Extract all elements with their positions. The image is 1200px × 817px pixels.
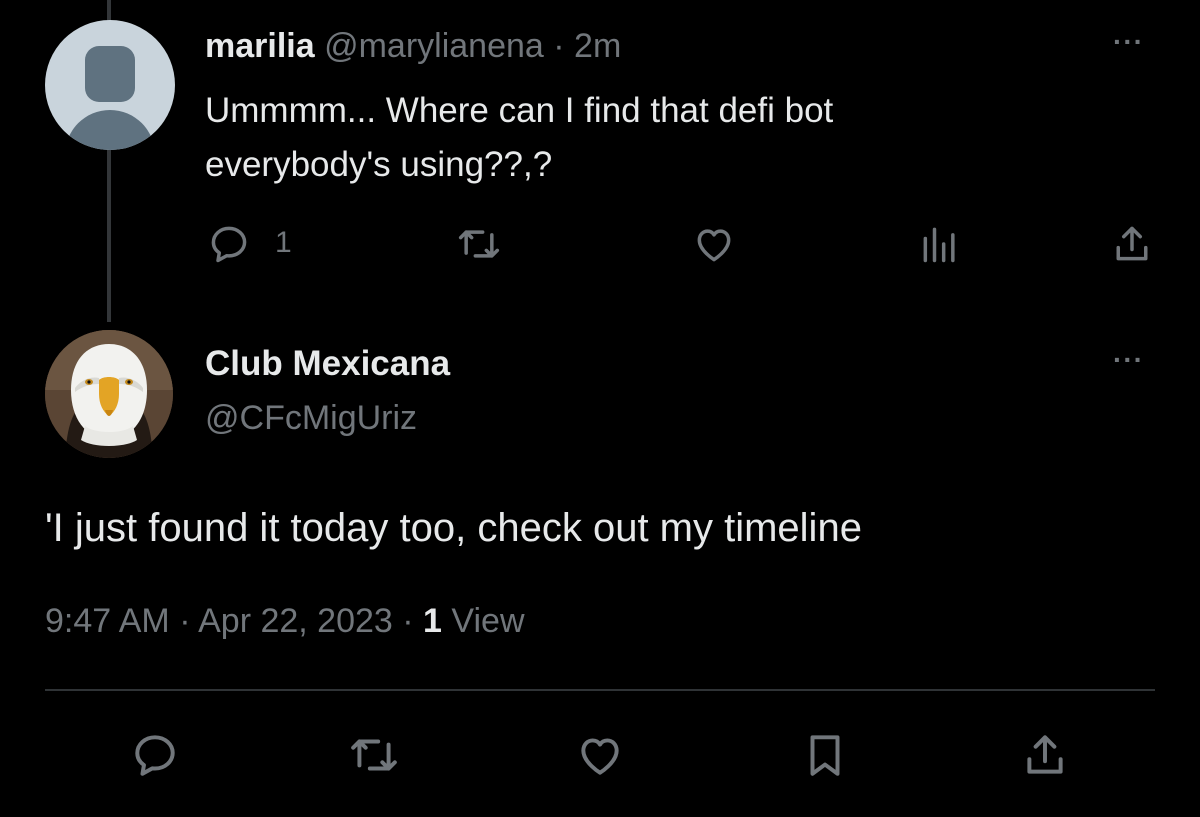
more-options-icon[interactable]: ··· [1113,344,1144,376]
reply-count: 1 [275,226,292,259]
reply-button[interactable] [207,222,251,266]
share-icon [1027,735,1063,774]
tweet-time[interactable]: 2m [574,27,621,65]
retweet-icon [458,230,500,258]
retweet-icon [351,739,397,771]
reply-tweet-text: 'I just found it today too, check out my… [45,506,862,550]
separator-dot: · [402,602,414,640]
like-button[interactable] [575,730,625,784]
share-button[interactable] [1020,730,1070,784]
retweet-button[interactable] [455,222,503,266]
avatar-head-shape [85,46,135,102]
tweet-text-line: Ummmm... Where can I find that defi bot [205,91,834,130]
separator-dot: · [553,27,565,65]
views-button[interactable] [918,222,962,266]
author-handle[interactable]: @CFcMigUriz [205,396,417,440]
retweet-button[interactable] [346,730,402,784]
divider [45,689,1155,691]
bookmark-button[interactable] [800,730,850,784]
tweet-date[interactable]: Apr 22, 2023 [198,602,393,640]
more-options-icon[interactable]: ··· [1113,26,1144,58]
tweet-metadata: 9:47 AM · Apr 22, 2023 · 1 View [45,598,525,644]
share-icon [1116,226,1148,261]
tweet-timestamp[interactable]: 9:47 AM [45,602,170,640]
views-count: 1 [423,602,442,640]
parent-tweet-text: Ummmm... Where can I find that defi bot … [205,84,1105,192]
tweet-text-line: everybody's using??,? [205,145,553,184]
views-label: View [451,602,525,640]
bald-eagle-image [45,330,173,458]
heart-icon [697,229,731,262]
author-name[interactable]: marilia [205,27,315,65]
author-handle[interactable]: @marylianena [324,27,544,65]
parent-tweet-header: marilia @marylianena · 2m [205,26,621,66]
reply-button[interactable] [130,730,180,784]
separator-dot: · [179,602,191,640]
analytics-icon [923,227,955,263]
share-button[interactable] [1110,222,1154,266]
reply-icon [135,735,175,776]
reply-icon [211,226,247,263]
bookmark-icon [810,735,840,776]
author-name[interactable]: Club Mexicana [205,342,450,386]
default-avatar[interactable] [45,20,175,150]
heart-icon [581,738,619,775]
like-button[interactable] [692,222,736,266]
avatar-body-shape [65,110,155,150]
eagle-avatar[interactable] [45,330,173,458]
